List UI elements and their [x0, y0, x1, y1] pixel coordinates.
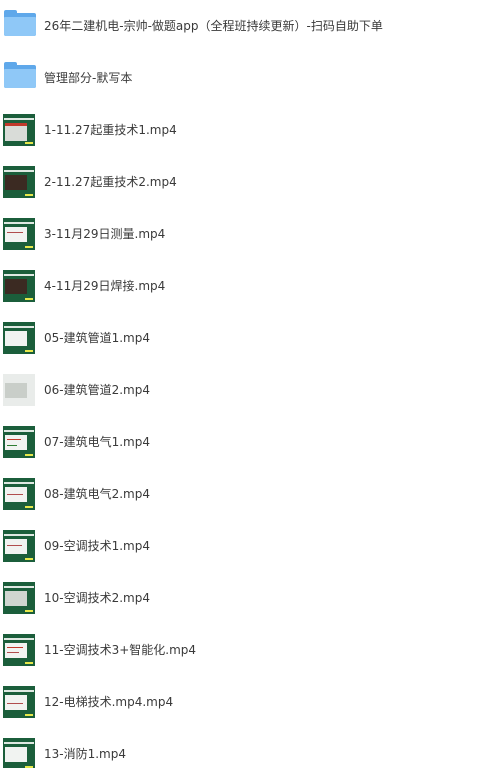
file-row[interactable]: 12-电梯技术.mp4.mp4: [0, 676, 499, 728]
file-name: 10-空调技术2.mp4: [44, 591, 150, 605]
folder-row[interactable]: 管理部分-默写本: [0, 52, 499, 104]
folder-icon: [4, 62, 36, 88]
folder-name: 管理部分-默写本: [44, 71, 133, 85]
video-thumbnail-icon: [3, 322, 35, 354]
file-row[interactable]: 2-11.27起重技术2.mp4: [0, 156, 499, 208]
video-thumbnail-icon: [3, 426, 35, 458]
video-thumbnail-icon: [3, 634, 35, 666]
file-name: 13-消防1.mp4: [44, 747, 126, 761]
file-row[interactable]: 09-空调技术1.mp4: [0, 520, 499, 572]
video-thumbnail-icon: [3, 530, 35, 562]
video-thumbnail-icon: [3, 114, 35, 146]
file-name: 09-空调技术1.mp4: [44, 539, 150, 553]
file-name: 07-建筑电气1.mp4: [44, 435, 150, 449]
file-row[interactable]: 10-空调技术2.mp4: [0, 572, 499, 624]
video-thumbnail-icon: [3, 218, 35, 250]
file-list: 26年二建机电-宗帅-做题app（全程班持续更新）-扫码自助下单 管理部分-默写…: [0, 0, 499, 768]
file-name: 4-11月29日焊接.mp4: [44, 279, 166, 293]
video-thumbnail-icon: [3, 738, 35, 768]
file-row[interactable]: 1-11.27起重技术1.mp4: [0, 104, 499, 156]
file-name: 12-电梯技术.mp4.mp4: [44, 695, 174, 709]
file-row[interactable]: 08-建筑电气2.mp4: [0, 468, 499, 520]
file-row[interactable]: 11-空调技术3+智能化.mp4: [0, 624, 499, 676]
file-name: 1-11.27起重技术1.mp4: [44, 123, 177, 137]
file-row[interactable]: 13-消防1.mp4: [0, 728, 499, 768]
video-thumbnail-icon: [3, 270, 35, 302]
folder-icon: [4, 10, 36, 36]
file-name: 08-建筑电气2.mp4: [44, 487, 150, 501]
folder-row[interactable]: 26年二建机电-宗帅-做题app（全程班持续更新）-扫码自助下单: [0, 0, 499, 52]
folder-name: 26年二建机电-宗帅-做题app（全程班持续更新）-扫码自助下单: [44, 19, 383, 33]
video-thumbnail-icon: [3, 686, 35, 718]
file-name: 2-11.27起重技术2.mp4: [44, 175, 177, 189]
file-name: 06-建筑管道2.mp4: [44, 383, 150, 397]
video-thumbnail-icon: [3, 374, 35, 406]
file-name: 3-11月29日测量.mp4: [44, 227, 166, 241]
file-name: 11-空调技术3+智能化.mp4: [44, 643, 197, 657]
file-row[interactable]: 06-建筑管道2.mp4: [0, 364, 499, 416]
video-thumbnail-icon: [3, 166, 35, 198]
file-row[interactable]: 3-11月29日测量.mp4: [0, 208, 499, 260]
video-thumbnail-icon: [3, 582, 35, 614]
file-row[interactable]: 4-11月29日焊接.mp4: [0, 260, 499, 312]
file-row[interactable]: 07-建筑电气1.mp4: [0, 416, 499, 468]
file-name: 05-建筑管道1.mp4: [44, 331, 150, 345]
video-thumbnail-icon: [3, 478, 35, 510]
file-row[interactable]: 05-建筑管道1.mp4: [0, 312, 499, 364]
